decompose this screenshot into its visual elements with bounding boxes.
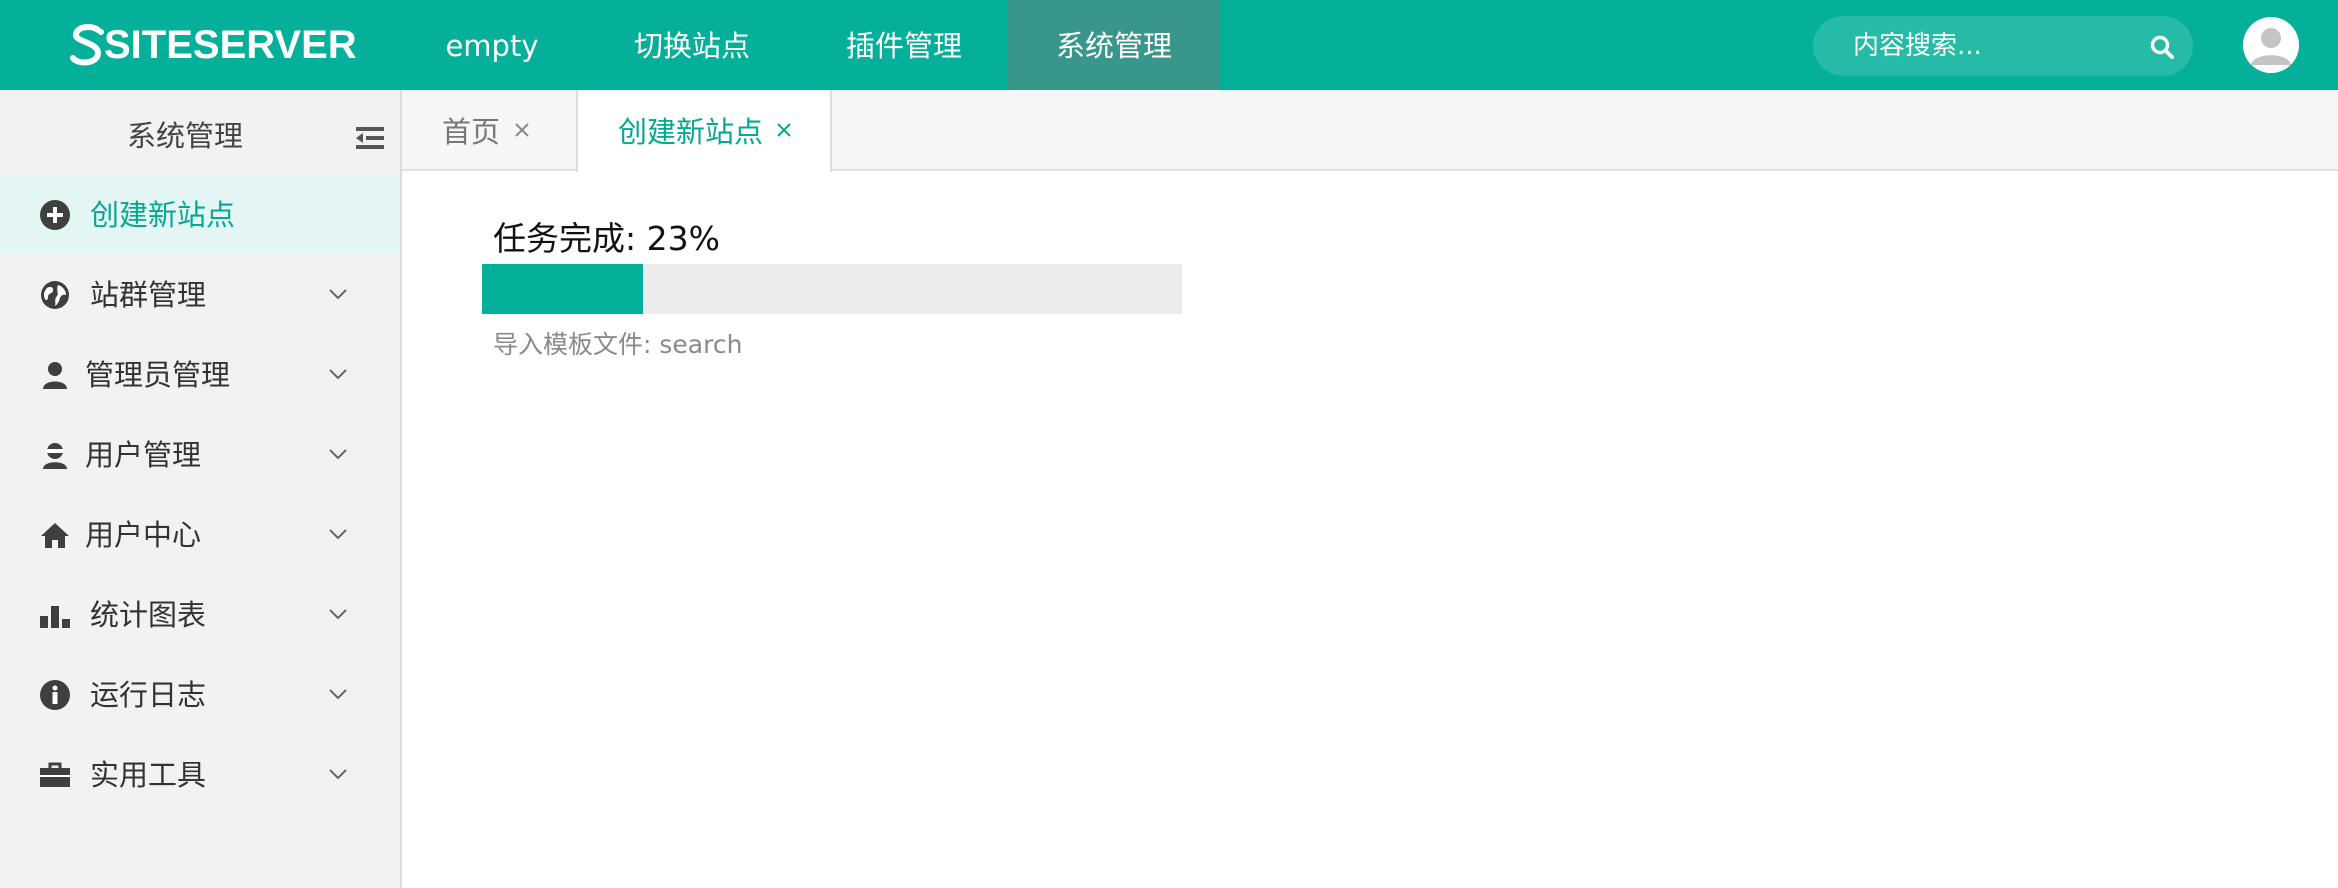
sidebar-item-admin-management[interactable]: 管理员管理 [0,334,400,414]
chevron-down-icon [329,609,347,620]
search-icon[interactable] [2149,34,2175,60]
nav-item-switch-site[interactable]: 切换站点 [618,0,766,90]
siteserver-logo[interactable]: SITESERVER [68,20,357,70]
sidebar-item-label: 运行日志 [90,678,207,712]
sidebar-item-site-group[interactable]: 站群管理 [0,254,400,334]
sidebar-collapse-icon[interactable] [356,126,384,150]
home-icon [41,523,69,548]
task-progress-detail: 导入模板文件: search [493,330,743,359]
globe-icon [41,281,69,309]
content-search [1813,16,2193,76]
sidebar-item-user-center[interactable]: 用户中心 [0,494,400,574]
sidebar-item-statistics[interactable]: 统计图表 [0,574,400,654]
sidebar-item-label: 站群管理 [90,278,207,312]
sidebar-item-label: 用户中心 [85,518,202,552]
nav-item-empty[interactable]: empty [430,0,554,90]
close-icon[interactable] [514,122,530,138]
task-progress-title: 任务完成: 23% [493,219,720,258]
user-icon [43,362,67,389]
chevron-down-icon [329,289,347,300]
tab-bar: 首页 创建新站点 [402,90,2338,172]
user-avatar[interactable] [2243,17,2299,73]
sidebar: 系统管理 创建新站点 站群管理 管理员管理 用户管理 用户中心 统计图表 运行日… [0,90,402,888]
sidebar-title: 系统管理 [126,119,243,153]
avatar-user-icon [2243,17,2299,73]
sidebar-item-label: 创建新站点 [90,198,236,232]
close-icon[interactable] [776,122,792,138]
chevron-down-icon [329,689,347,700]
progress-bar-fill [482,264,643,314]
sidebar-item-label: 实用工具 [90,758,207,792]
sidebar-item-label: 用户管理 [85,438,202,472]
search-input[interactable] [1853,16,2133,76]
progress-bar [482,264,1182,314]
bar-chart-icon [40,606,70,628]
top-navbar: SITESERVER empty 切换站点 插件管理 系统管理 [0,0,2338,90]
sidebar-header: 系统管理 [0,90,384,174]
sidebar-item-create-site[interactable]: 创建新站点 [0,174,400,254]
tab-create-site[interactable]: 创建新站点 [576,90,832,172]
info-circle-icon [40,680,70,710]
tab-label: 创建新站点 [618,115,764,149]
sidebar-item-label: 管理员管理 [85,358,231,392]
briefcase-icon [40,762,70,787]
tab-label: 首页 [442,115,501,149]
sidebar-item-run-logs[interactable]: 运行日志 [0,654,400,734]
nav-item-plugin-management[interactable]: 插件管理 [830,0,978,90]
nav-item-system-management[interactable]: 系统管理 [1008,0,1220,90]
logo-text: SITESERVER [104,23,357,67]
chevron-down-icon [329,449,347,460]
user-secret-icon [43,443,67,469]
chevron-down-icon [329,369,347,380]
chevron-down-icon [329,529,347,540]
logo-s-icon [70,24,104,66]
sidebar-item-utilities[interactable]: 实用工具 [0,734,400,814]
sidebar-item-label: 统计图表 [90,598,207,632]
tab-home[interactable]: 首页 [402,90,578,171]
sidebar-item-user-management[interactable]: 用户管理 [0,414,400,494]
chevron-down-icon [329,769,347,780]
plus-circle-icon [40,200,70,230]
